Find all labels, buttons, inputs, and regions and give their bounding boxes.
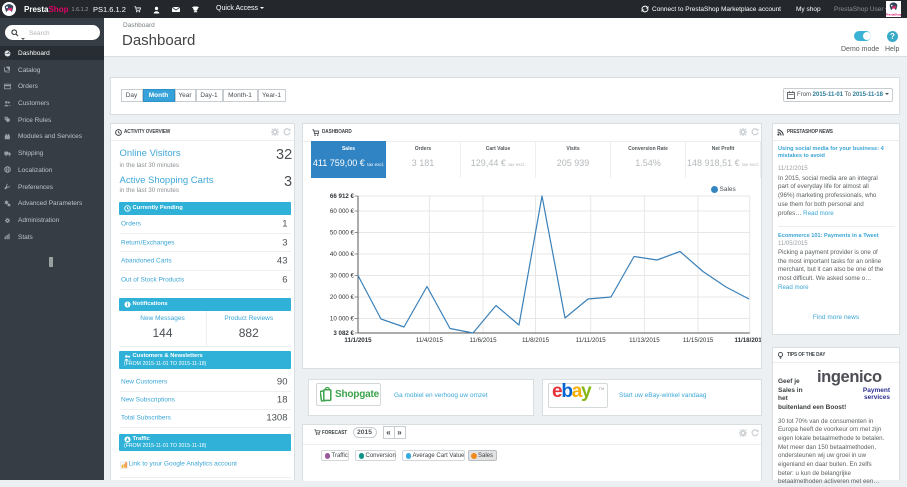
svg-text:11/1/2015: 11/1/2015 [344, 337, 372, 344]
svg-text:11/15/2015: 11/15/2015 [683, 337, 714, 344]
svg-text:50 000 €: 50 000 € [330, 230, 355, 237]
svg-text:20 000 €: 20 000 € [330, 294, 355, 301]
svg-text:11/6/2015: 11/6/2015 [469, 337, 497, 344]
svg-text:30 000 €: 30 000 € [330, 273, 355, 280]
svg-text:66 912 €: 66 912 € [330, 193, 355, 200]
svg-text:10 000 €: 10 000 € [330, 316, 355, 323]
svg-text:11/18/2015: 11/18/2015 [734, 337, 761, 344]
svg-text:40 000 €: 40 000 € [330, 251, 355, 258]
svg-text:11/4/2015: 11/4/2015 [416, 337, 444, 344]
svg-text:PrestaShop: PrestaShop [886, 13, 901, 17]
svg-text:60 000 €: 60 000 € [330, 208, 355, 215]
svg-text:11/8/2015: 11/8/2015 [522, 337, 550, 344]
svg-text:11/11/2015: 11/11/2015 [576, 337, 607, 344]
svg-text:11/13/2015: 11/13/2015 [629, 337, 660, 344]
